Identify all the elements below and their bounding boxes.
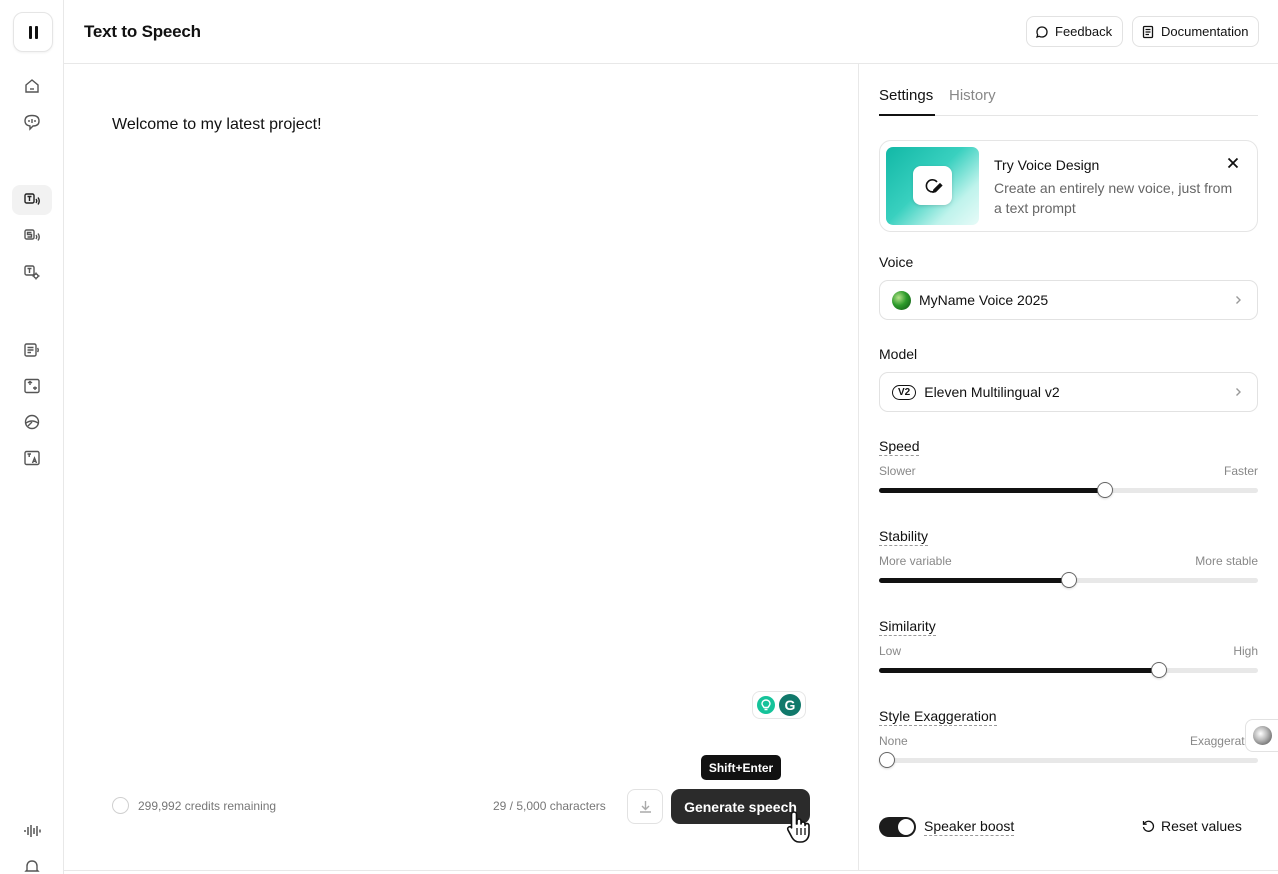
similarity-slider-thumb[interactable] (1151, 662, 1168, 678)
speed-slider[interactable] (879, 482, 1258, 498)
model-label: Model (879, 346, 918, 362)
credits-circle-icon (112, 797, 129, 814)
page-title: Text to Speech (84, 22, 201, 41)
feedback-label: Feedback (1055, 24, 1113, 39)
audio-waveform-icon[interactable] (12, 816, 52, 846)
stability-slider-thumb[interactable] (1060, 572, 1077, 588)
model-version-badge: V2 (892, 384, 917, 400)
voice-design-promo[interactable]: Try Voice Design Create an entirely new … (879, 140, 1258, 232)
character-count: 29 / 5,000 characters (493, 799, 606, 813)
editor-text[interactable]: Welcome to my latest project! (112, 116, 322, 134)
grammarly-icon[interactable]: G (779, 694, 801, 716)
text-editor[interactable]: Welcome to my latest project! G 299,992 … (64, 64, 858, 870)
settings-panel: Settings History Try Voice Design Create… (858, 64, 1278, 870)
close-icon[interactable] (1225, 155, 1241, 171)
documentation-label: Documentation (1161, 24, 1249, 39)
toggle-knob (898, 819, 914, 835)
stability-label: Stability (879, 528, 929, 546)
stability-slider[interactable] (879, 572, 1258, 588)
stability-min-label: More variable (879, 554, 952, 568)
home-icon[interactable] (12, 71, 52, 101)
similarity-slider-fill (879, 668, 1160, 673)
similarity-slider[interactable] (879, 662, 1258, 678)
documentation-button[interactable]: Documentation (1132, 16, 1260, 47)
speed-slider-fill (879, 488, 1105, 493)
reset-values-button[interactable]: Reset values (1141, 818, 1242, 834)
orb-icon (1252, 726, 1272, 745)
speaker-boost-wrap: Speaker boost (924, 818, 1015, 836)
speed-max-label: Faster (1223, 464, 1258, 478)
sound-effects-icon[interactable] (12, 257, 52, 287)
bottom-divider (64, 870, 1278, 871)
reset-icon (1142, 820, 1155, 832)
similarity-min-label: Low (879, 644, 902, 658)
hand-cursor-icon (786, 811, 810, 843)
voice-name: MyName Voice 2025 (919, 292, 1049, 308)
style-exaggeration-label: Style Exaggeration (879, 708, 997, 726)
voice-label: Voice (879, 254, 914, 270)
projects-icon[interactable] (12, 335, 52, 365)
stability-slider-fill (879, 578, 1069, 583)
active-tab-indicator (879, 114, 935, 116)
model-select[interactable]: V2 Eleven Multilingual v2 (879, 372, 1258, 412)
style-min-label: None (879, 734, 908, 748)
speed-slider-thumb[interactable] (1096, 482, 1113, 498)
chevron-right-icon (1236, 388, 1241, 396)
promo-image (886, 147, 979, 225)
speaker-boost-toggle[interactable] (879, 817, 916, 837)
header: Text to Speech Feedback Documentation (64, 0, 1278, 64)
reset-values-label: Reset values (1161, 818, 1242, 834)
similarity-label: Similarity (879, 618, 936, 636)
style-slider-thumb[interactable] (879, 752, 895, 768)
panel-tabs: Settings History (879, 64, 1258, 116)
promo-title: Try Voice Design (994, 157, 1100, 173)
sidebar (0, 0, 64, 874)
download-icon (639, 801, 651, 813)
shortcut-tooltip: Shift+Enter (701, 755, 781, 780)
stability-max-label: More stable (1195, 554, 1258, 568)
chevron-right-icon (1236, 296, 1241, 304)
notifications-icon[interactable] (12, 852, 52, 874)
voices-icon[interactable] (12, 107, 52, 137)
speed-label-wrap: Speed (879, 438, 920, 456)
speaker-boost-label[interactable]: Speaker boost (924, 818, 1015, 836)
translate-icon[interactable] (12, 443, 52, 473)
model-name: Eleven Multilingual v2 (924, 384, 1060, 400)
style-label-wrap: Style Exaggeration (879, 708, 997, 726)
assistant-widget[interactable] (1245, 719, 1278, 752)
voice-design-icon (913, 166, 952, 205)
grammarly-widget[interactable]: G (752, 691, 806, 719)
voice-isolator-icon[interactable] (12, 407, 52, 437)
lightbulb-icon[interactable] (757, 696, 775, 714)
stability-label-wrap: Stability (879, 528, 929, 546)
download-button[interactable] (627, 789, 663, 824)
tab-settings[interactable]: Settings (879, 87, 933, 104)
logo-icon[interactable] (13, 12, 53, 52)
speed-label: Speed (879, 438, 920, 456)
similarity-label-wrap: Similarity (879, 618, 936, 636)
voice-avatar (892, 290, 911, 310)
dubbing-icon[interactable] (12, 371, 52, 401)
style-exaggeration-slider[interactable] (879, 752, 1258, 768)
voice-select[interactable]: MyName Voice 2025 (879, 280, 1258, 320)
speech-to-speech-icon[interactable] (12, 221, 52, 251)
speed-min-label: Slower (879, 464, 916, 478)
promo-description: Create an entirely new voice, just from … (994, 180, 1233, 216)
tab-history[interactable]: History (949, 87, 996, 104)
text-to-speech-icon[interactable] (12, 185, 52, 215)
feedback-button[interactable]: Feedback (1026, 16, 1124, 47)
chat-bubble-icon (1035, 25, 1048, 38)
document-icon (1142, 25, 1154, 38)
similarity-max-label: High (1233, 644, 1258, 658)
credits-remaining: 299,992 credits remaining (138, 799, 277, 813)
